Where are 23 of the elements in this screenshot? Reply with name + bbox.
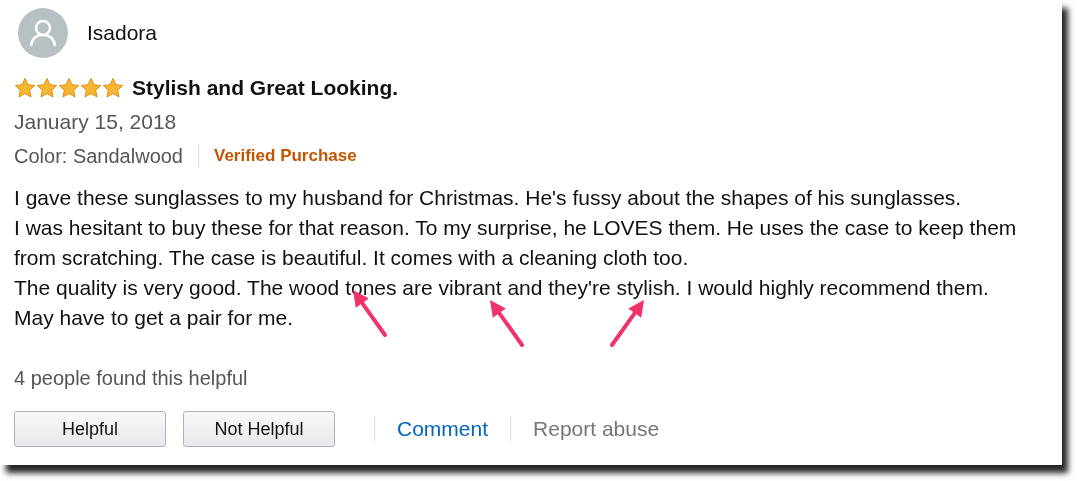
review-text-line: from scratching. The case is beautiful. It comes with a cleaning cloth too. bbox=[14, 245, 689, 271]
vote-button[interactable]: Helpful bbox=[14, 411, 166, 447]
annotation-arrow bbox=[490, 300, 524, 347]
star-icon bbox=[36, 76, 58, 99]
avatar-icon bbox=[18, 8, 68, 58]
review-text-line: The quality is very good. The wood tones are vibrant and they're stylish. I would highly recommend them. bbox=[14, 275, 989, 301]
variant-label: Color: Sandalwood bbox=[14, 144, 183, 169]
author-name: Isadora bbox=[87, 20, 158, 47]
star-icon bbox=[80, 76, 102, 99]
review-title: Stylish and Great Looking. bbox=[132, 75, 399, 101]
review-link[interactable]: Report abuse bbox=[533, 413, 660, 445]
vote-button[interactable]: Not Helpful bbox=[183, 411, 335, 447]
star-icon bbox=[58, 76, 80, 99]
review-date: January 15, 2018 bbox=[14, 108, 177, 135]
review-text-line: I gave these sunglasses to my husband for Christmas. He's fussy about the shapes of his sunglasses. bbox=[14, 185, 962, 211]
verified-purchase-label: Verified Purchase bbox=[214, 145, 357, 168]
annotation-arrow bbox=[610, 300, 644, 347]
helpful-count: 4 people found this helpful bbox=[14, 366, 248, 391]
review-link[interactable]: Comment bbox=[397, 413, 489, 445]
review-text-line: May have to get a pair for me. bbox=[14, 305, 293, 331]
star-icon bbox=[14, 76, 36, 99]
review-text-line: I was hesitant to buy these for that reason. To my surprise, he LOVES them. He uses the case to keep them bbox=[14, 215, 1017, 241]
star-icon bbox=[102, 76, 124, 99]
